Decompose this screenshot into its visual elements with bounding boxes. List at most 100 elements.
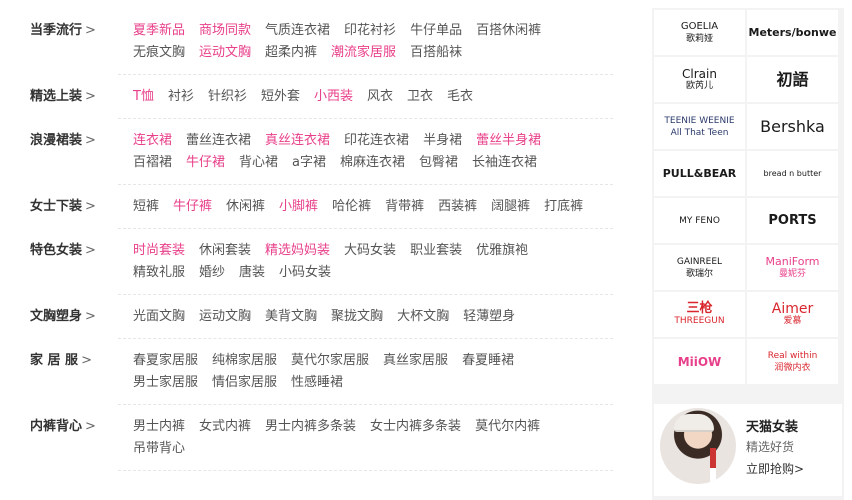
subcategory-link[interactable]: 小脚裤 bbox=[279, 196, 318, 218]
category-title[interactable]: 当季流行 > bbox=[30, 20, 96, 42]
subcategory-link[interactable]: 背带裤 bbox=[385, 196, 424, 218]
subcategory-link[interactable]: 包臀裙 bbox=[419, 152, 458, 174]
subcategory-link[interactable]: 聚拢文胸 bbox=[331, 306, 383, 328]
subcategory-link[interactable]: 风衣 bbox=[367, 86, 393, 108]
category-title[interactable]: 女士下装 > bbox=[30, 196, 96, 218]
brand-logo[interactable]: GOELIA 歌莉娅 bbox=[654, 10, 745, 55]
subcategory-link[interactable]: 西装裤 bbox=[438, 196, 477, 218]
subcategory-link[interactable]: 长袖连衣裙 bbox=[472, 152, 537, 174]
subcategory-link[interactable]: 牛仔裙 bbox=[186, 152, 225, 174]
brand-logo[interactable]: 三枪 THREEGUN bbox=[654, 292, 745, 337]
subcategory-link[interactable]: 女士内裤多条装 bbox=[370, 416, 461, 438]
category-title[interactable]: 内裤背心 > bbox=[30, 416, 96, 438]
subcategory-link[interactable]: 卫衣 bbox=[407, 86, 433, 108]
subcategory-link[interactable]: 吊带背心 bbox=[133, 438, 185, 460]
subcategory-link[interactable]: 休闲裤 bbox=[226, 196, 265, 218]
subcategory-link[interactable]: 超柔内裤 bbox=[265, 42, 317, 64]
promo-card[interactable]: 天猫女装 精选好货 立即抢购> bbox=[654, 404, 842, 496]
brand-logo[interactable]: Aimer 爱慕 bbox=[747, 292, 838, 337]
subcategory-link[interactable]: 牛仔单品 bbox=[410, 20, 462, 42]
subcategory-link[interactable]: 真丝家居服 bbox=[383, 350, 448, 372]
category-title[interactable]: 特色女装 > bbox=[30, 240, 96, 262]
subcategory-link[interactable]: 婚纱 bbox=[199, 262, 225, 284]
subcategory-link[interactable]: 背心裙 bbox=[239, 152, 278, 174]
subcategory-link[interactable]: 美背文胸 bbox=[265, 306, 317, 328]
subcategory-link[interactable]: 蕾丝连衣裙 bbox=[186, 130, 251, 152]
subcategory-link[interactable]: a字裙 bbox=[292, 152, 326, 174]
subcategory-link[interactable]: 夏季新品 bbox=[133, 20, 185, 42]
brand-logo-text: Bershka bbox=[760, 118, 825, 134]
brand-logo[interactable]: 初語 bbox=[747, 57, 838, 102]
subcategory-link[interactable]: 连衣裙 bbox=[133, 130, 172, 152]
subcategory-link[interactable]: 打底裤 bbox=[544, 196, 583, 218]
subcategory-link[interactable]: 半身裙 bbox=[423, 130, 462, 152]
category-title[interactable]: 家 居 服 > bbox=[30, 350, 92, 372]
brand-logo[interactable]: GAINREEL 歌瑞尔 bbox=[654, 245, 745, 290]
subcategory-link[interactable]: 无痕文胸 bbox=[133, 42, 185, 64]
brand-logo[interactable]: bread n butter bbox=[747, 151, 838, 196]
subcategory-link[interactable]: 女式内裤 bbox=[199, 416, 251, 438]
brand-logo[interactable]: MY FENO bbox=[654, 198, 745, 243]
subcategory-link[interactable]: 短裤 bbox=[133, 196, 159, 218]
brand-logo[interactable]: ManiForm 曼妮芬 bbox=[747, 245, 838, 290]
subcategory-link[interactable]: 大码女装 bbox=[344, 240, 396, 262]
subcategory-link[interactable]: 男士家居服 bbox=[133, 372, 198, 394]
brand-logo[interactable]: Meters/bonwe bbox=[747, 10, 838, 55]
brand-logo[interactable]: MiiOW bbox=[654, 339, 745, 384]
brand-logo[interactable]: Real within 润微内衣 bbox=[747, 339, 838, 384]
subcategory-link[interactable]: 衬衫 bbox=[168, 86, 194, 108]
subcategory-link[interactable]: 潮流家居服 bbox=[331, 42, 396, 64]
subcategory-link[interactable]: 大杯文胸 bbox=[397, 306, 449, 328]
subcategory-link[interactable]: 真丝连衣裙 bbox=[265, 130, 330, 152]
subcategory-link[interactable]: 轻薄塑身 bbox=[463, 306, 515, 328]
category-title[interactable]: 精选上装 > bbox=[30, 86, 96, 108]
subcategory-link[interactable]: 精致礼服 bbox=[133, 262, 185, 284]
subcategory-link[interactable]: 哈伦裤 bbox=[332, 196, 371, 218]
subcategory-link[interactable]: 情侣家居服 bbox=[212, 372, 277, 394]
subcategory-link[interactable]: 阔腿裤 bbox=[491, 196, 530, 218]
subcategory-link[interactable]: 唐装 bbox=[239, 262, 265, 284]
subcategory-link[interactable]: 优雅旗袍 bbox=[476, 240, 528, 262]
subcategory-link[interactable]: 短外套 bbox=[261, 86, 300, 108]
subcategory-link[interactable]: 春夏家居服 bbox=[133, 350, 198, 372]
subcategory-link[interactable]: 气质连衣裙 bbox=[265, 20, 330, 42]
subcategory-link[interactable]: 针织衫 bbox=[208, 86, 247, 108]
subcategory-link[interactable]: 毛衣 bbox=[447, 86, 473, 108]
brand-logo[interactable]: Bershka bbox=[747, 104, 838, 149]
brand-logo[interactable]: PORTS bbox=[747, 198, 838, 243]
subcategory-link[interactable]: 百褶裙 bbox=[133, 152, 172, 174]
subcategory-link[interactable]: 纯棉家居服 bbox=[212, 350, 277, 372]
subcategory-link[interactable]: 性感睡裙 bbox=[291, 372, 343, 394]
subcategory-link[interactable]: 印花连衣裙 bbox=[344, 130, 409, 152]
subcategory-link[interactable]: 莫代尔内裤 bbox=[475, 416, 540, 438]
subcategory-link[interactable]: 蕾丝半身裙 bbox=[476, 130, 541, 152]
category-title[interactable]: 浪漫裙装 > bbox=[30, 130, 96, 152]
subcategory-link[interactable]: 精选妈妈装 bbox=[265, 240, 330, 262]
subcategory-link[interactable]: 运动文胸 bbox=[199, 42, 251, 64]
subcategory-link[interactable]: 光面文胸 bbox=[133, 306, 185, 328]
brand-logo[interactable]: Clrain 欧芮儿 bbox=[654, 57, 745, 102]
subcategory-link[interactable]: 棉麻连衣裙 bbox=[340, 152, 405, 174]
subcategory-link[interactable]: 小西装 bbox=[314, 86, 353, 108]
subcategory-link[interactable]: 时尚套装 bbox=[133, 240, 185, 262]
subcategory-link[interactable]: 职业套装 bbox=[410, 240, 462, 262]
promo-cta-link[interactable]: 立即抢购> bbox=[746, 460, 804, 477]
subcategory-link[interactable]: 男士内裤 bbox=[133, 416, 185, 438]
subcategory-link[interactable]: 运动文胸 bbox=[199, 306, 251, 328]
subcategory-link[interactable]: 春夏睡裙 bbox=[462, 350, 514, 372]
brand-logo[interactable]: TEENIE WEENIE All That Teen bbox=[654, 104, 745, 149]
subcategory-link[interactable]: 休闲套装 bbox=[199, 240, 251, 262]
subcategory-link[interactable]: 牛仔裤 bbox=[173, 196, 212, 218]
subcategory-link[interactable]: 小码女装 bbox=[279, 262, 331, 284]
subcategory-link[interactable]: 男士内裤多条装 bbox=[265, 416, 356, 438]
subcategory-link[interactable]: T恤 bbox=[133, 86, 154, 108]
row-divider bbox=[118, 470, 613, 471]
brand-logo[interactable]: PULL&BEAR bbox=[654, 151, 745, 196]
category-title[interactable]: 文胸塑身 > bbox=[30, 306, 96, 328]
subcategory-link[interactable]: 印花衬衫 bbox=[344, 20, 396, 42]
subcategory-link[interactable]: 莫代尔家居服 bbox=[291, 350, 369, 372]
subcategory-link[interactable]: 商场同款 bbox=[199, 20, 251, 42]
subcategory-link[interactable]: 百搭船袜 bbox=[410, 42, 462, 64]
link-line: 百褶裙 牛仔裙 背心裙 a字裙 棉麻连衣裙 包臀裙 长袖连衣裙 bbox=[133, 152, 613, 174]
subcategory-link[interactable]: 百搭休闲裤 bbox=[476, 20, 541, 42]
